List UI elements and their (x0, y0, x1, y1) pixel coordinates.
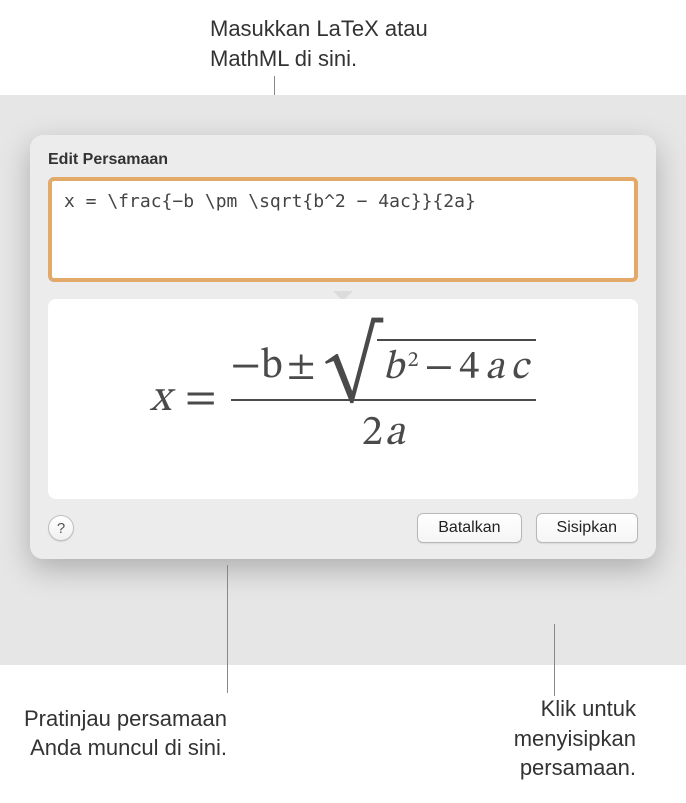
plus-minus-symbol: ± (287, 343, 316, 393)
dialog-button-row: ? Batalkan Sisipkan (48, 513, 638, 543)
help-icon: ? (57, 520, 65, 537)
callout-preview: Pratinjau persamaanAnda muncul di sini. (12, 704, 227, 763)
callout-input: Masukkan LaTeX atauMathML di sini. (210, 14, 428, 73)
radicand-c: c (510, 343, 528, 393)
equation-lhs: x (150, 372, 171, 427)
cancel-button[interactable]: Batalkan (417, 513, 521, 543)
equation-source-input[interactable] (48, 177, 638, 282)
numerator-minus-b: −b (231, 340, 283, 393)
callout-insert: Klik untukmenyisipkanpersamaan. (436, 694, 636, 783)
equation-denominator: 2a (362, 407, 405, 460)
denominator-a: a (385, 412, 405, 454)
dialog-title: Edit Persamaan (48, 151, 638, 169)
radicand-b: b (383, 343, 404, 393)
edit-equation-dialog: Edit Persamaan x = −b ± √ b2 − 4ac (30, 135, 656, 559)
radicand-a: a (485, 343, 504, 393)
radicand-four: 4 (459, 343, 479, 393)
rendered-equation: x = −b ± √ b2 − 4ac (150, 339, 536, 460)
fraction-bar (231, 399, 537, 401)
equation-preview: x = −b ± √ b2 − 4ac (48, 299, 638, 499)
radical-symbol-icon: √ (324, 343, 381, 397)
radicand-minus: − (425, 343, 454, 393)
radicand-exponent: 2 (408, 347, 419, 375)
insert-button[interactable]: Sisipkan (536, 513, 638, 543)
leader-line-insert (554, 624, 555, 696)
square-root: √ b2 − 4ac (324, 339, 537, 393)
equation-equals: = (185, 372, 217, 427)
equation-fraction: −b ± √ b2 − 4ac 2a (231, 339, 537, 460)
radicand: b2 − 4ac (377, 339, 536, 393)
help-button[interactable]: ? (48, 515, 74, 541)
denominator-two: 2 (362, 412, 383, 454)
equation-numerator: −b ± √ b2 − 4ac (231, 339, 537, 393)
leader-line-preview (227, 565, 228, 693)
